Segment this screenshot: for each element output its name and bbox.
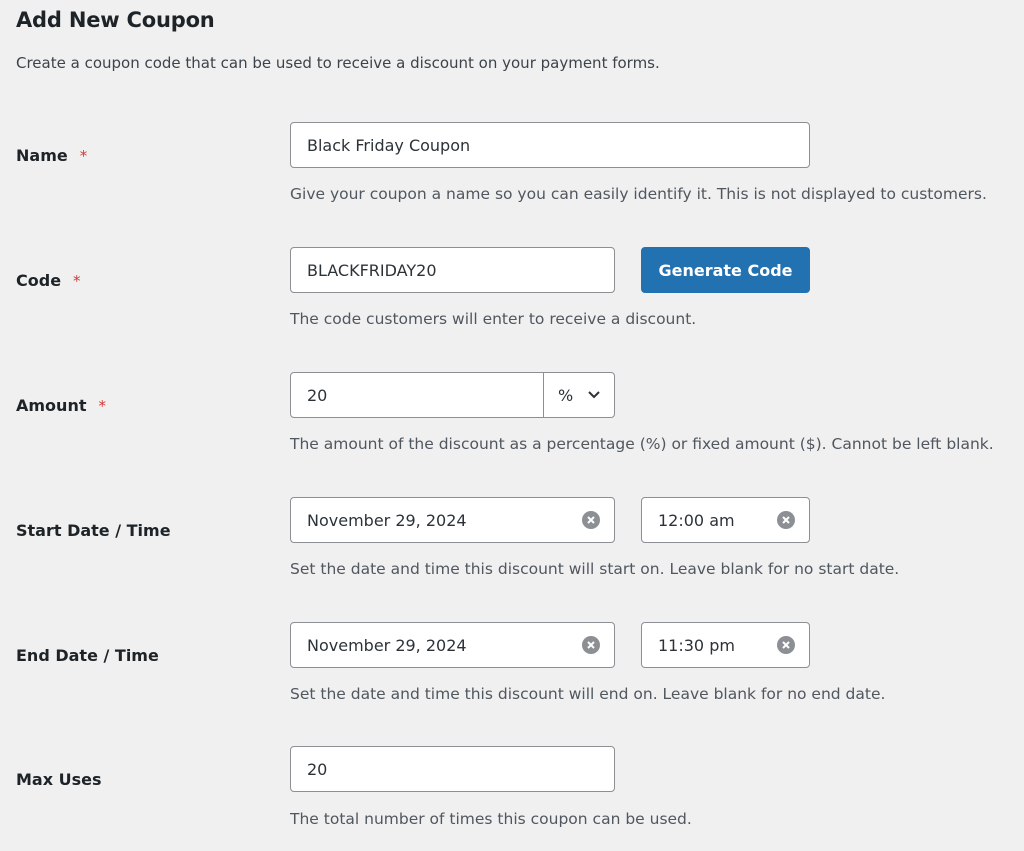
chevron-down-icon: [588, 391, 600, 399]
start-label: Start Date / Time: [16, 521, 171, 540]
amount-unit-value: %: [558, 385, 574, 405]
max-uses-label: Max Uses: [16, 770, 102, 789]
amount-input[interactable]: 20: [291, 373, 543, 417]
page-title: Add New Coupon: [16, 8, 215, 32]
name-field[interactable]: [290, 122, 810, 168]
end-description: Set the date and time this discount will…: [290, 685, 886, 703]
code-label: Code *: [16, 271, 81, 290]
name-description: Give your coupon a name so you can easil…: [290, 185, 987, 203]
amount-description: The amount of the discount as a percenta…: [290, 435, 994, 453]
name-input[interactable]: [307, 135, 793, 155]
name-label: Name *: [16, 146, 88, 165]
required-marker: *: [73, 272, 81, 290]
start-date-value: November 29, 2024: [307, 510, 467, 530]
code-description: The code customers will enter to receive…: [290, 310, 697, 328]
amount-label: Amount *: [16, 396, 106, 415]
max-uses-input[interactable]: [307, 759, 598, 779]
start-description: Set the date and time this discount will…: [290, 560, 900, 578]
amount-field: 20 %: [290, 372, 615, 418]
end-label: End Date / Time: [16, 646, 159, 665]
amount-unit-select[interactable]: %: [543, 373, 614, 417]
max-uses-field[interactable]: [290, 746, 615, 792]
clear-end-time-icon[interactable]: [777, 636, 795, 654]
generate-code-button[interactable]: Generate Code: [641, 247, 810, 293]
clear-start-date-icon[interactable]: [582, 511, 600, 529]
page-subtitle: Create a coupon code that can be used to…: [16, 54, 660, 72]
add-coupon-page: Add New Coupon Create a coupon code that…: [0, 0, 1024, 851]
required-marker: *: [79, 147, 88, 165]
end-date-field[interactable]: November 29, 2024: [290, 622, 615, 668]
code-input[interactable]: [307, 260, 598, 280]
start-time-value: 12:00 am: [658, 510, 735, 530]
clear-end-date-icon[interactable]: [582, 636, 600, 654]
start-time-field[interactable]: 12:00 am: [641, 497, 810, 543]
code-field[interactable]: [290, 247, 615, 293]
clear-start-time-icon[interactable]: [777, 511, 795, 529]
end-time-field[interactable]: 11:30 pm: [641, 622, 810, 668]
required-marker: *: [98, 397, 106, 415]
start-date-field[interactable]: November 29, 2024: [290, 497, 615, 543]
max-uses-description: The total number of times this coupon ca…: [290, 810, 692, 828]
end-time-value: 11:30 pm: [658, 635, 735, 655]
end-date-value: November 29, 2024: [307, 635, 467, 655]
